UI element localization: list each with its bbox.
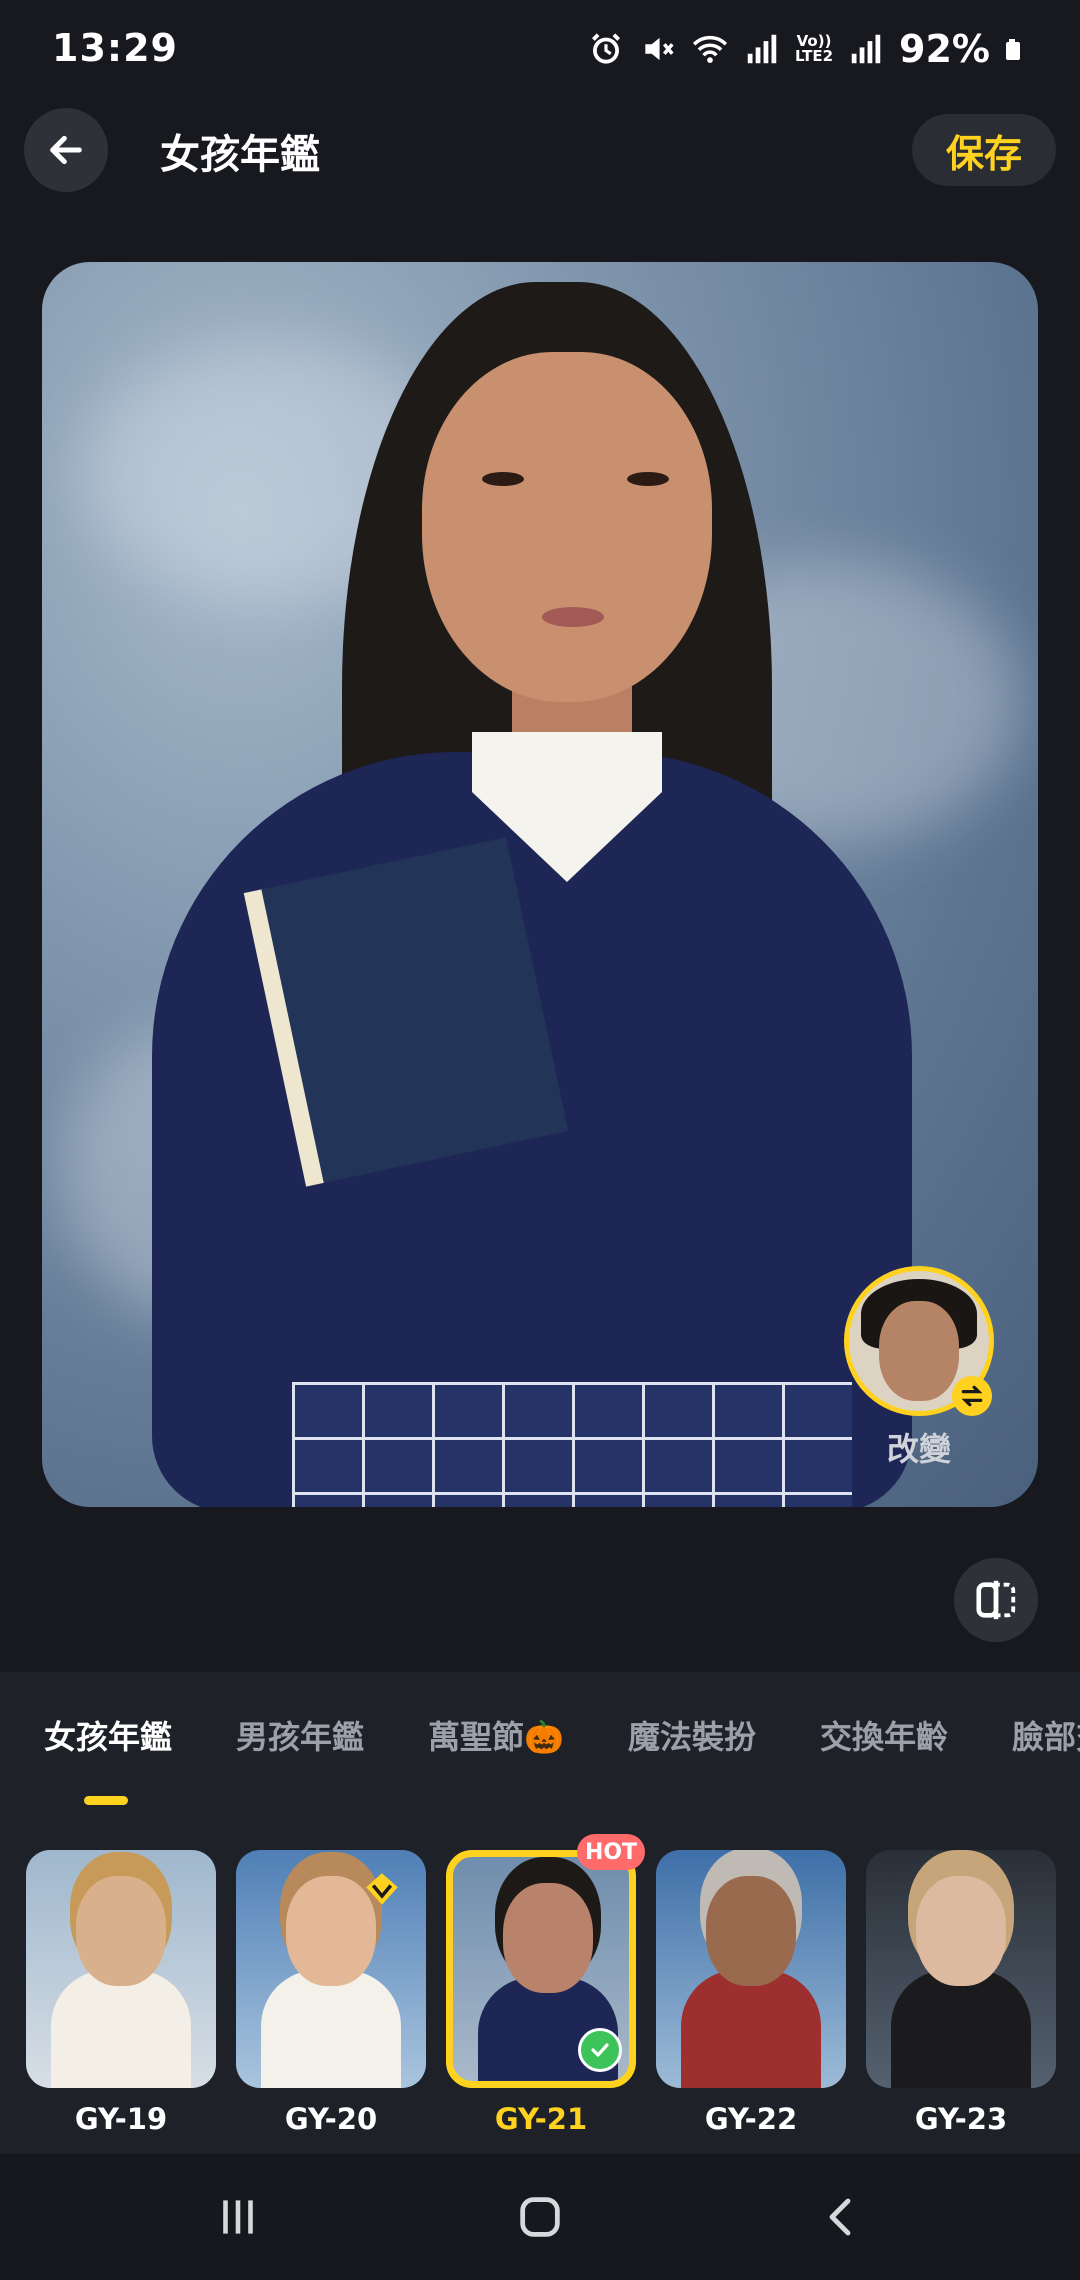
hot-badge: HOT [577,1834,645,1870]
battery-icon [1006,39,1020,60]
style-item-gy-19[interactable] [26,1850,216,2088]
style-item-gy-22[interactable] [656,1850,846,2088]
status-bar: 13:29 Vo)) LTE2 92% [0,0,1080,100]
style-item-gy-23[interactable] [866,1850,1056,2088]
home-button[interactable] [500,2184,580,2250]
wifi-icon [692,35,728,63]
compare-button[interactable] [954,1558,1038,1642]
vip-crown-icon [366,1873,398,1905]
tab-boy-yearbook[interactable]: 男孩年鑑 [236,1712,364,1758]
save-button[interactable]: 保存 [912,114,1056,186]
style-label: GY-19 [74,2102,168,2130]
style-panel: 女孩年鑑 男孩年鑑 萬聖節🎃 魔法裝扮 交換年齡 臉部交 GY-19 GY-20… [0,1672,1080,2154]
mute-icon [645,37,674,61]
recent-apps-button[interactable] [198,2184,278,2250]
status-icons: Vo)) LTE2 92% [587,24,1028,74]
signal-icon [851,34,881,64]
home-icon [520,2197,560,2237]
tab-face-swap[interactable]: 臉部交 [1012,1712,1080,1758]
app-header: 女孩年鑑 保存 [0,108,1080,194]
chevron-left-icon [829,2198,851,2236]
system-back-button[interactable] [802,2184,882,2250]
signal-icon [747,34,777,64]
status-time: 13:29 [52,26,178,70]
check-icon [578,2028,622,2072]
back-button[interactable] [24,108,108,192]
network-type: Vo)) LTE2 [795,34,833,64]
active-tab-indicator [84,1796,128,1805]
system-nav-bar [0,2154,1080,2280]
category-tabs: 女孩年鑑 男孩年鑑 萬聖節🎃 魔法裝扮 交換年齡 臉部交 [0,1712,1080,1772]
battery-percent: 92% [899,27,990,71]
change-face-label[interactable]: 改變 [844,1424,994,1470]
style-label: GY-21 [494,2102,588,2130]
network-label-bottom: LTE2 [795,47,834,65]
compare-icon [976,1580,1016,1620]
arrow-left-icon [50,135,82,165]
style-label: GY-23 [914,2102,1008,2130]
swap-icon[interactable] [952,1376,992,1416]
tab-girl-yearbook[interactable]: 女孩年鑑 [44,1712,172,1758]
style-list: GY-19 GY-20 GY-21 GY-22 GY-23 [0,1850,1080,2130]
tab-age-swap[interactable]: 交換年齡 [820,1712,948,1758]
tab-halloween[interactable]: 萬聖節🎃 [428,1712,564,1758]
style-label: GY-20 [284,2102,378,2130]
tab-magic-costume[interactable]: 魔法裝扮 [628,1712,756,1758]
style-label: GY-22 [704,2102,798,2130]
alarm-icon [592,33,621,64]
recent-apps-icon [223,2200,253,2234]
page-title: 女孩年鑑 [160,132,320,178]
